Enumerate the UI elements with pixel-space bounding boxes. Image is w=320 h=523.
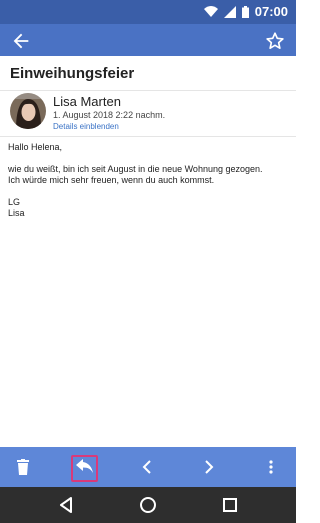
details-link[interactable]: Details einblenden xyxy=(53,122,119,131)
more-vert-icon xyxy=(269,460,273,474)
arrow-back-icon[interactable] xyxy=(10,30,32,52)
email-body: Hallo Helena, wie du weißt, bin ich seit… xyxy=(8,142,288,230)
avatar[interactable] xyxy=(10,93,46,129)
chevron-right-icon xyxy=(205,460,214,474)
signoff-lg: LG xyxy=(8,197,21,207)
email-subject-row: Einweihungsfeier xyxy=(0,56,296,91)
signal-icon xyxy=(223,5,236,18)
delete-button[interactable] xyxy=(11,455,35,479)
more-options-button[interactable] xyxy=(259,455,283,479)
bottom-action-bar xyxy=(0,447,296,487)
body-greeting: Hallo Helena, xyxy=(8,142,63,152)
body-line-2: Ich würde mich sehr freuen, wenn du auch… xyxy=(8,175,215,185)
wifi-icon xyxy=(203,5,218,17)
chevron-left-icon xyxy=(142,460,151,474)
status-bar: 07:00 xyxy=(0,0,296,24)
reply-highlight xyxy=(71,455,98,482)
overview-square-icon[interactable] xyxy=(221,496,239,514)
signoff-name: Lisa xyxy=(8,208,25,218)
delete-icon xyxy=(17,459,29,475)
status-time: 07:00 xyxy=(254,4,288,19)
star-outline-icon[interactable] xyxy=(264,30,286,52)
next-button[interactable] xyxy=(197,455,221,479)
body-paragraph: wie du weißt, bin ich seit August in die… xyxy=(8,164,288,186)
back-triangle-icon[interactable] xyxy=(57,496,75,514)
sender-row: Lisa Marten 1. August 2018 2:22 nachm. D… xyxy=(0,90,296,137)
email-subject: Einweihungsfeier xyxy=(10,65,135,82)
sender-name: Lisa Marten xyxy=(53,94,121,109)
battery-icon xyxy=(241,5,249,18)
app-bar xyxy=(0,24,296,56)
home-circle-icon[interactable] xyxy=(139,496,157,514)
body-signoff: LG Lisa xyxy=(8,197,288,219)
previous-button[interactable] xyxy=(135,455,159,479)
status-icons: 07:00 xyxy=(203,4,288,19)
avatar-image xyxy=(10,93,46,129)
system-nav-bar xyxy=(0,487,296,523)
body-line-1: wie du weißt, bin ich seit August in die… xyxy=(8,164,263,174)
email-date: 1. August 2018 2:22 nachm. xyxy=(53,110,166,120)
